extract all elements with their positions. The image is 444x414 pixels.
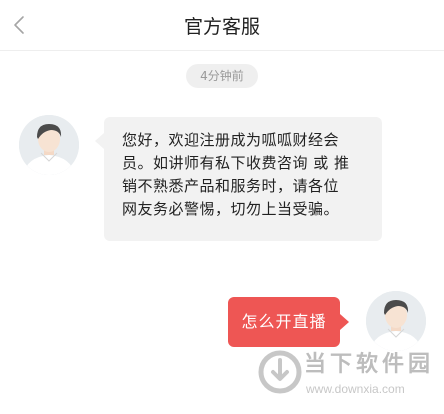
page-title: 官方客服 bbox=[183, 16, 260, 38]
message-line: 销不熟悉产品和服务时，请各位 bbox=[122, 177, 340, 195]
watermark-url: www.downxia.com bbox=[306, 382, 405, 396]
message-line: 员。如讲师有私下收费咨询 或 推 bbox=[122, 154, 350, 172]
message-timestamp: 4分钟前 bbox=[186, 64, 258, 88]
message-line: 您好，欢迎注册成为呱呱财经会 bbox=[122, 131, 340, 149]
user-avatar-icon bbox=[19, 115, 79, 175]
timestamp-row: 4分钟前 bbox=[0, 64, 444, 88]
watermark-name: 当下软件园 bbox=[304, 352, 435, 377]
message-line: 网友务必警惕，切勿上当受骗。 bbox=[122, 200, 340, 218]
nav-header: 官方客服 bbox=[0, 0, 444, 51]
service-avatar[interactable] bbox=[19, 115, 79, 175]
user-avatar[interactable] bbox=[366, 291, 426, 351]
user-avatar-icon bbox=[366, 291, 426, 351]
outgoing-message: 怎么开直播 bbox=[228, 297, 349, 347]
watermark-logo-icon bbox=[258, 350, 302, 394]
incoming-message: 您好，欢迎注册成为呱呱财经会 员。如讲师有私下收费咨询 或 推 销不熟悉产品和服… bbox=[95, 117, 382, 241]
site-watermark: 当下软件园 www.downxia.com bbox=[258, 346, 438, 408]
